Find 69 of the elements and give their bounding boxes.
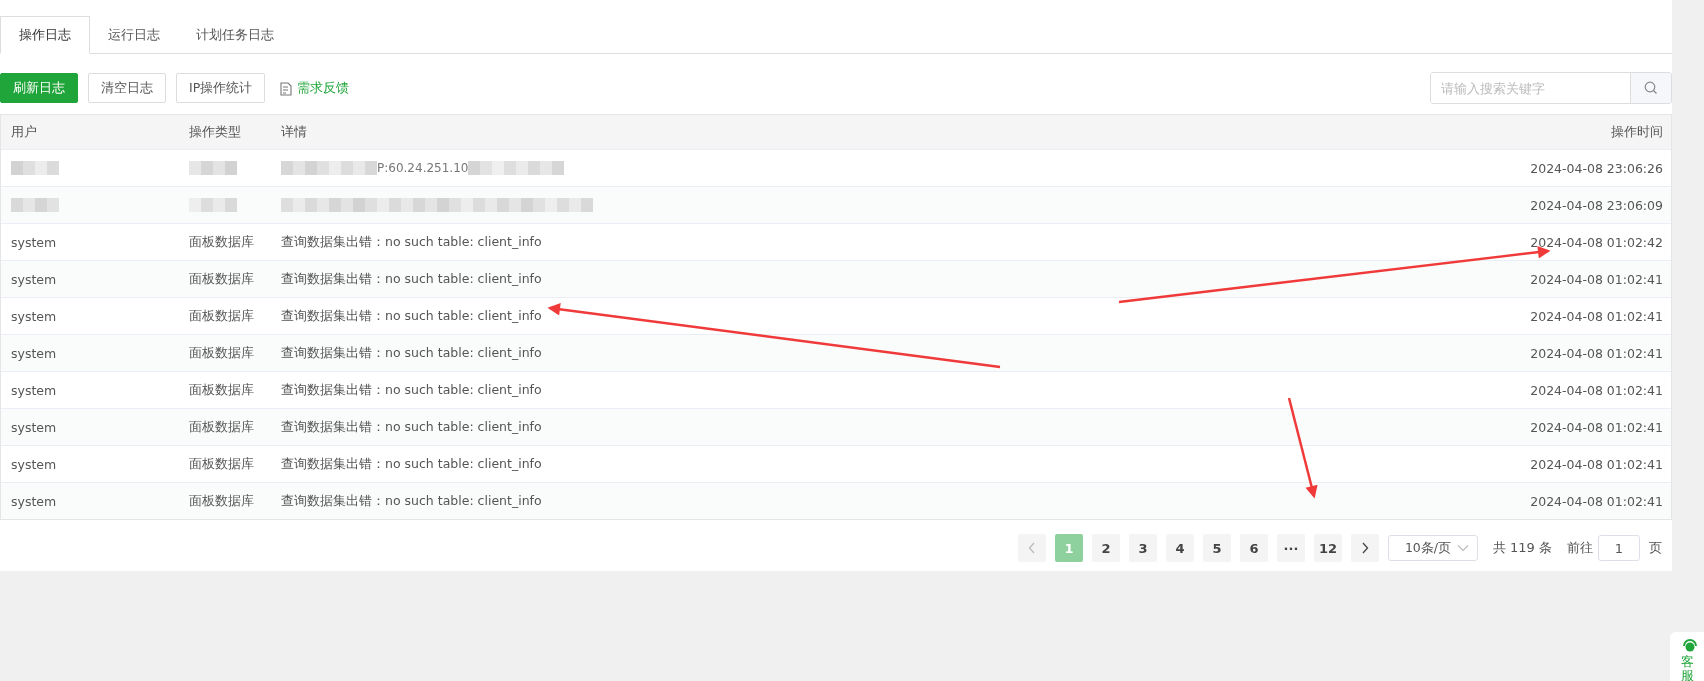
page-size-select[interactable]: 10条/页 [1387, 535, 1478, 561]
table-cell: system [11, 345, 57, 361]
column-header: 用户 [10, 123, 38, 141]
table-cell: 2024-04-08 01:02:41 [1530, 493, 1663, 509]
table-cell: 查询数据集出错：no such table: client_info [281, 418, 542, 436]
table-cell: 面板数据库 [189, 307, 254, 325]
table-cell: 2024-04-08 01:02:41 [1530, 382, 1663, 398]
table-cell: 面板数据库 [189, 455, 254, 473]
table-cell: 查询数据集出错：no such table: client_info [281, 381, 542, 399]
page-button[interactable]: 4 [1165, 534, 1194, 562]
table-cell: P:60.24.251.10 [377, 161, 469, 175]
table-cell: system [11, 308, 57, 324]
chevron-right-icon [1360, 542, 1369, 554]
page-button[interactable]: 6 [1239, 534, 1268, 562]
tab[interactable]: 操作日志 [0, 16, 90, 54]
redacted-block [11, 198, 59, 212]
table-cell: 查询数据集出错：no such table: client_info [281, 233, 542, 251]
table-cell: system [11, 271, 57, 287]
table-cell: 查询数据集出错：no such table: client_info [281, 307, 542, 325]
table-cell: system [11, 493, 57, 509]
table-cell: 2024-04-08 23:06:26 [1530, 160, 1663, 176]
table-cell: 2024-04-08 01:02:41 [1530, 419, 1663, 435]
redacted-block [189, 198, 237, 212]
chevron-down-icon [1456, 544, 1469, 552]
column-header: 操作类型 [188, 123, 242, 141]
table-cell: 面板数据库 [189, 233, 254, 251]
table-cell: 2024-04-08 01:02:42 [1530, 234, 1663, 250]
page-button[interactable]: ··· [1276, 534, 1305, 562]
table-cell: 查询数据集出错：no such table: client_info [281, 344, 542, 362]
page-button[interactable]: 3 [1128, 534, 1157, 562]
page-button[interactable]: 2 [1091, 534, 1120, 562]
page-button[interactable]: 12 [1313, 534, 1342, 562]
table-cell: 面板数据库 [189, 344, 254, 362]
toolbar-button[interactable]: 清空日志 [88, 73, 166, 103]
table-cell: 面板数据库 [189, 270, 254, 288]
table-cell: 2024-04-08 01:02:41 [1530, 271, 1663, 287]
table-cell: system [11, 382, 57, 398]
redacted-block [189, 161, 237, 175]
column-header: 操作时间 [1610, 123, 1664, 141]
column-header: 详情 [280, 123, 308, 141]
table-cell: 查询数据集出错：no such table: client_info [281, 455, 542, 473]
table-cell: 2024-04-08 01:02:41 [1530, 345, 1663, 361]
total-count: 共 119 条 [1492, 539, 1552, 557]
table-cell: 面板数据库 [189, 492, 254, 510]
table-cell: system [11, 456, 57, 472]
headset-icon [1682, 638, 1698, 653]
toolbar-button[interactable]: IP操作统计 [176, 73, 266, 103]
table-cell: 2024-04-08 01:02:41 [1530, 308, 1663, 324]
note-icon [279, 80, 294, 96]
goto-label: 前往 [1567, 539, 1593, 557]
search-field[interactable]: 请输入搜索关键字 [1430, 72, 1672, 104]
table-cell: system [11, 419, 57, 435]
table-cell: 面板数据库 [189, 418, 254, 436]
search-icon [1644, 81, 1658, 95]
table-cell: 面板数据库 [189, 381, 254, 399]
tab[interactable]: 计划任务日志 [178, 17, 292, 54]
tab[interactable]: 运行日志 [90, 17, 178, 54]
search-button[interactable] [1630, 73, 1671, 103]
table-cell: 查询数据集出错：no such table: client_info [281, 492, 542, 510]
table-cell: 2024-04-08 01:02:41 [1530, 456, 1663, 472]
page-suffix: 页 [1649, 539, 1662, 557]
next-page-button[interactable] [1350, 534, 1379, 562]
table-cell: system [11, 234, 57, 250]
table-cell: 2024-04-08 23:06:09 [1530, 197, 1663, 213]
page-button[interactable]: 5 [1202, 534, 1231, 562]
chevron-left-icon [1027, 542, 1036, 554]
redacted-block [11, 161, 59, 175]
table-cell: 查询数据集出错：no such table: client_info [281, 270, 542, 288]
page-input[interactable]: 1 [1598, 535, 1640, 561]
